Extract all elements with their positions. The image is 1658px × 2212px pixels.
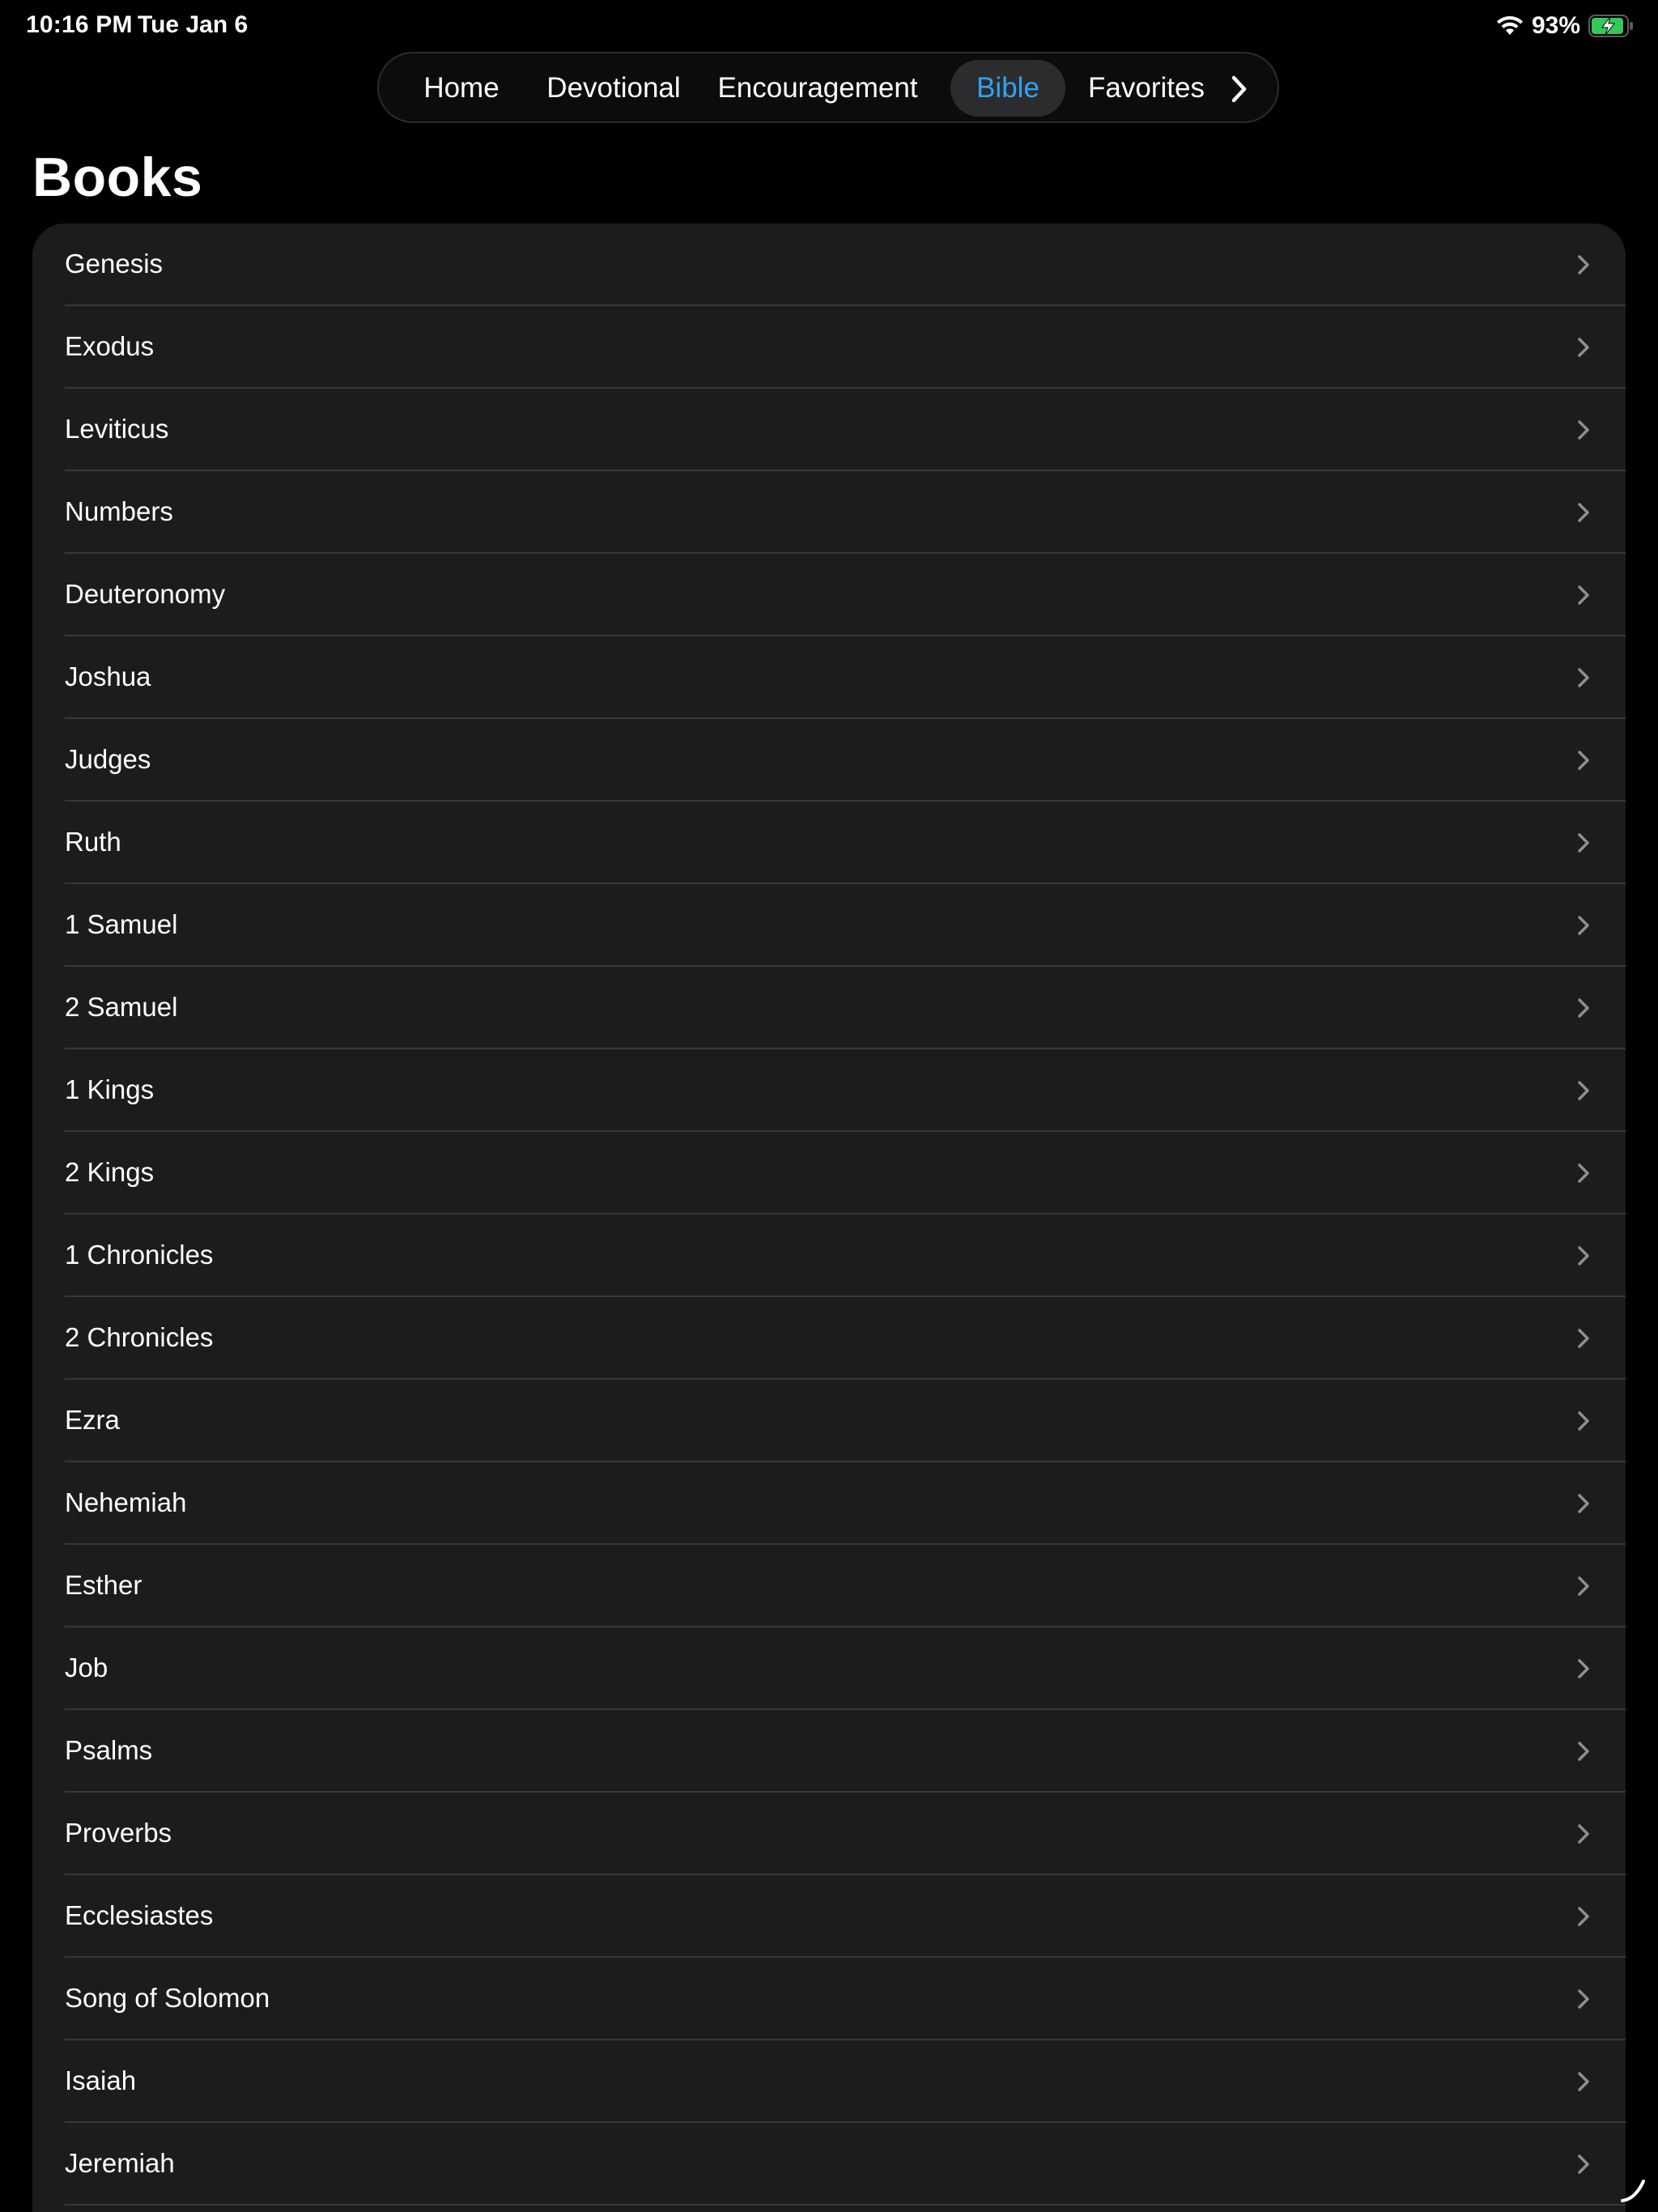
list-item[interactable]: Deuteronomy [65, 554, 1626, 636]
nav-more-button[interactable] [1214, 65, 1263, 113]
book-label: Numbers [65, 496, 173, 526]
chevron-right-icon [1574, 1739, 1593, 1763]
tab-encouragement[interactable]: Encouragement [703, 60, 933, 117]
list-item[interactable]: Exodus [65, 306, 1626, 389]
book-label: Ruth [65, 827, 121, 857]
status-indicators: 93% [1496, 11, 1634, 40]
chevron-right-icon [1574, 1326, 1593, 1351]
book-label: Judges [65, 744, 151, 774]
book-label: Nehemiah [65, 1487, 187, 1517]
list-item[interactable]: Psalms [65, 1710, 1626, 1793]
chevron-right-icon [1574, 1161, 1593, 1185]
chevron-right-icon [1574, 1409, 1593, 1433]
page-title: Books [32, 147, 203, 208]
chevron-right-icon [1574, 500, 1593, 525]
list-item[interactable]: Job [65, 1627, 1626, 1710]
top-segmented-nav: Home Devotional Encouragement Bible Favo… [377, 52, 1279, 123]
list-item[interactable]: Nehemiah [65, 1462, 1626, 1545]
chevron-right-icon [1574, 1244, 1593, 1268]
list-item[interactable]: Leviticus [65, 389, 1626, 471]
status-time: 10:16 PM [26, 11, 133, 38]
book-label: Proverbs [65, 1818, 172, 1848]
list-item[interactable]: Ezra [65, 1380, 1626, 1462]
list-item[interactable]: 1 Kings [65, 1049, 1626, 1132]
status-bar: 10:16 PM Tue Jan 6 93% [0, 0, 1658, 52]
list-item[interactable]: Genesis [65, 223, 1626, 306]
book-label: Esther [65, 1570, 142, 1600]
list-item[interactable]: Ecclesiastes [65, 1875, 1626, 1958]
book-label: Leviticus [65, 414, 169, 444]
list-item[interactable]: Numbers [65, 471, 1626, 554]
book-label: 2 Kings [65, 1157, 155, 1187]
chevron-right-icon [1574, 2069, 1593, 2094]
list-item[interactable]: Ruth [65, 802, 1626, 884]
book-label: Isaiah [65, 2065, 137, 2095]
battery-percentage: 93% [1531, 12, 1580, 39]
tab-home[interactable]: Home [393, 60, 529, 117]
list-item[interactable]: 1 Chronicles [65, 1214, 1626, 1297]
list-item[interactable]: Joshua [65, 636, 1626, 719]
book-label: 1 Chronicles [65, 1240, 214, 1270]
tab-favorites[interactable]: Favorites [1078, 60, 1214, 117]
list-item[interactable]: 2 Samuel [65, 967, 1626, 1049]
chevron-right-icon [1574, 1574, 1593, 1598]
list-item[interactable]: Judges [65, 719, 1626, 802]
list-item[interactable]: 1 Samuel [65, 884, 1626, 967]
book-label: 1 Samuel [65, 909, 178, 939]
book-label: Psalms [65, 1735, 153, 1765]
list-item[interactable]: 2 Kings [65, 1132, 1626, 1214]
chevron-right-icon [1231, 75, 1247, 103]
chevron-right-icon [1574, 1987, 1593, 2011]
book-label: 2 Samuel [65, 992, 178, 1022]
chevron-right-icon [1574, 1491, 1593, 1516]
book-label: 2 Chronicles [65, 1322, 214, 1352]
chevron-right-icon [1574, 996, 1593, 1020]
books-list: Genesis Exodus Leviticus Numbers Deuteronomy… [32, 223, 1626, 2206]
book-label: Deuteronomy [65, 579, 226, 609]
book-label: Exodus [65, 331, 155, 361]
chevron-right-icon [1574, 1904, 1593, 1929]
book-label: Jeremiah [65, 2148, 175, 2178]
book-label: Job [65, 1653, 108, 1682]
battery-charging-icon [1588, 15, 1634, 37]
book-label: Ezra [65, 1405, 120, 1435]
chevron-right-icon [1574, 831, 1593, 855]
chevron-right-icon [1574, 913, 1593, 938]
chevron-right-icon [1574, 1822, 1593, 1846]
list-item[interactable]: Proverbs [65, 1793, 1626, 1875]
books-list-card: Genesis Exodus Leviticus Numbers Deuteronomy… [32, 223, 1626, 2212]
chevron-right-icon [1574, 253, 1593, 277]
chevron-right-icon [1574, 1657, 1593, 1681]
list-item[interactable]: Song of Solomon [65, 1958, 1626, 2040]
book-label: Ecclesiastes [65, 1900, 214, 1930]
book-label: Joshua [65, 661, 151, 691]
book-label: 1 Kings [65, 1074, 155, 1104]
list-item[interactable]: Jeremiah [65, 2123, 1626, 2206]
chevron-right-icon [1574, 335, 1593, 359]
list-item[interactable]: Esther [65, 1545, 1626, 1627]
bible-books-screen: 10:16 PM Tue Jan 6 93% Home Devotional E… [0, 0, 1658, 2212]
chevron-right-icon [1574, 418, 1593, 442]
chevron-right-icon [1574, 1078, 1593, 1103]
wifi-icon [1496, 15, 1524, 36]
chevron-right-icon [1574, 748, 1593, 772]
tab-devotional[interactable]: Devotional [534, 60, 693, 117]
chevron-right-icon [1574, 2152, 1593, 2176]
status-date: Tue Jan 6 [138, 11, 249, 38]
activity-indicator-icon [1618, 2173, 1650, 2206]
book-label: Song of Solomon [65, 1983, 270, 2013]
list-item[interactable]: 2 Chronicles [65, 1297, 1626, 1380]
tab-bible[interactable]: Bible [950, 60, 1065, 117]
list-item[interactable]: Isaiah [65, 2040, 1626, 2123]
chevron-right-icon [1574, 583, 1593, 607]
chevron-right-icon [1574, 666, 1593, 690]
book-label: Genesis [65, 249, 164, 279]
